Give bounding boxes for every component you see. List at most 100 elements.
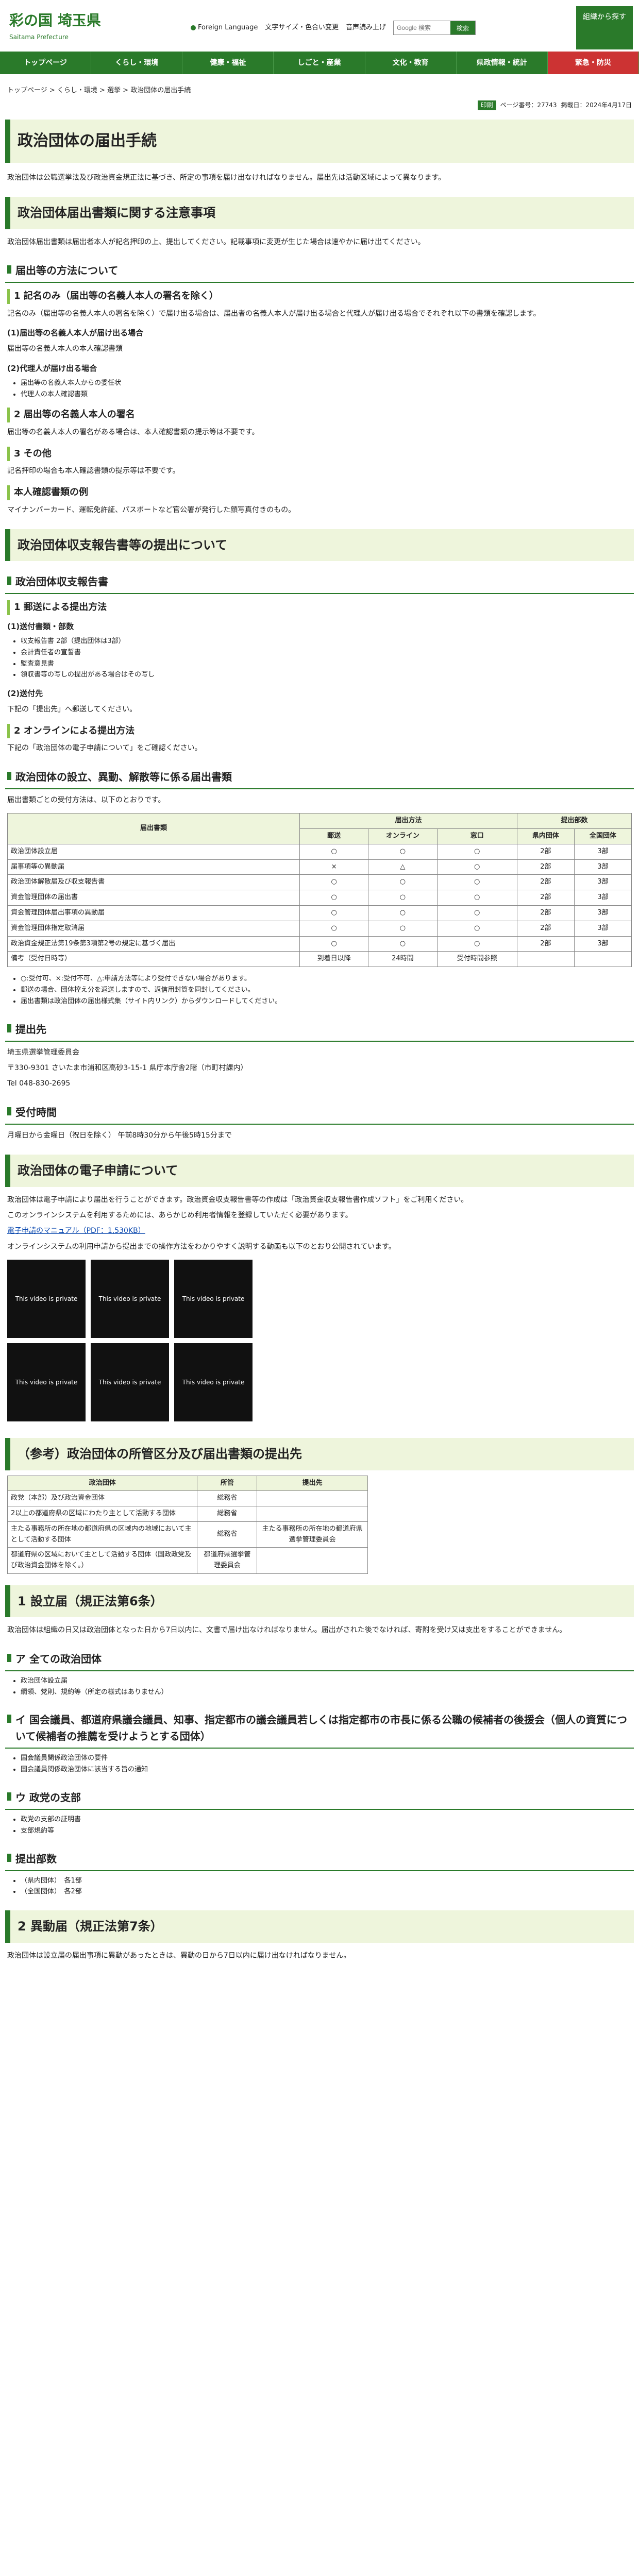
table-cell: 24時間 bbox=[368, 951, 438, 968]
table-cell: 政党（本部）及び政治資金団体 bbox=[7, 1490, 198, 1507]
table-cell: 政治団体設立届 bbox=[7, 843, 300, 860]
nav-emergency[interactable]: 緊急・防災 bbox=[547, 52, 639, 74]
list-item: 代理人の本人確認書類 bbox=[21, 389, 618, 400]
all-groups-list: 政治団体設立届 綱領、党則、規約等（所定の様式はありません） bbox=[0, 1674, 639, 1700]
search-button[interactable]: 検索 bbox=[450, 21, 476, 35]
search-input[interactable] bbox=[394, 21, 451, 35]
table-header: 届出方法 bbox=[299, 813, 517, 829]
list-item: 国会議員関係政治団体に該当する旨の通知 bbox=[21, 1765, 618, 1775]
video-grid: This video is private This video is priv… bbox=[0, 1255, 268, 1427]
list-item: 収支報告書 2部（提出団体は3部） bbox=[21, 636, 618, 647]
report-section-heading: 政治団体収支報告書等の提出について bbox=[5, 529, 634, 562]
mail-method-heading: 1 郵送による提出方法 bbox=[7, 600, 632, 616]
table-cell: ○ bbox=[368, 874, 438, 891]
id-examples-text: マイナンバーカード、運転免許証、パスポートなど官公署が発行した顔写真付きのもの。 bbox=[7, 505, 296, 514]
table-cell: ○ bbox=[299, 890, 369, 906]
destination-heading: 提出先 bbox=[5, 1018, 634, 1042]
table-cell: ○ bbox=[436, 874, 517, 891]
logo-text: 彩の国 埼玉県 bbox=[9, 12, 101, 29]
table-cell: 2部 bbox=[516, 843, 575, 860]
table-cell: 3部 bbox=[574, 859, 632, 875]
video-thumbnail[interactable]: This video is private bbox=[7, 1343, 86, 1422]
nav-health[interactable]: 健康・福祉 bbox=[182, 52, 274, 74]
table-cell bbox=[257, 1547, 368, 1574]
jurisdiction-table: 政治団体 所管 提出先 政党（本部）及び政治資金団体 総務省 2以上の都道府県の区域… bbox=[7, 1475, 368, 1574]
table-cell: ○ bbox=[368, 905, 438, 921]
table-row: 2以上の都道府県の区域にわたり主として活動する団体 総務省 bbox=[7, 1506, 368, 1522]
submission-method-heading: 届出等の方法について bbox=[5, 259, 634, 283]
table-cell: 3部 bbox=[574, 920, 632, 937]
table-cell: ○ bbox=[436, 920, 517, 937]
table-cell: ○ bbox=[436, 859, 517, 875]
foreign-language-link[interactable]: Foreign Language bbox=[191, 23, 258, 33]
list-item: 届出等の名義人本人からの委任状 bbox=[21, 378, 618, 389]
table-row: 資金管理団体届出事項の異動届 ○ ○ ○ 2部 3部 bbox=[7, 905, 632, 921]
voice-link[interactable]: 音声読み上げ bbox=[346, 23, 386, 33]
table-row: 主たる事務所の所在地の都道府県の区域内の地域において主として活動する団体 総務省主… bbox=[7, 1521, 368, 1548]
table-cell: 3部 bbox=[574, 874, 632, 891]
table-cell: ○ bbox=[436, 905, 517, 921]
list-item: 領収書等の写しの提出がある場合はその写し bbox=[21, 670, 618, 681]
party-branch-list: 政党の支部の証明書 支部規約等 bbox=[0, 1813, 639, 1838]
site-logo[interactable]: 彩の国 埼玉県 Saitama Prefecture bbox=[9, 9, 101, 42]
globe-icon bbox=[191, 25, 196, 30]
video-thumbnail[interactable]: This video is private bbox=[7, 1260, 86, 1338]
online-method-heading: 2 オンラインによる提出方法 bbox=[7, 723, 632, 739]
table-cell bbox=[257, 1506, 368, 1522]
table-header: 提出先 bbox=[257, 1475, 368, 1492]
nav-work[interactable]: しごと・産業 bbox=[274, 52, 365, 74]
table-cell: ○ bbox=[436, 890, 517, 906]
video-thumbnail[interactable]: This video is private bbox=[91, 1343, 169, 1422]
party-branch-heading: ウ 政党の支部 bbox=[5, 1786, 634, 1810]
table-body: 政党（本部）及び政治資金団体 総務省 2以上の都道府県の区域にわたり主として活動する… bbox=[7, 1490, 368, 1574]
table-cell: ○ bbox=[368, 890, 438, 906]
list-item: 支部規約等 bbox=[21, 1826, 618, 1837]
page-meta: 印刷 ページ番号：27743 掲載日：2024年4月17日 bbox=[0, 98, 639, 112]
list-item: （全国団体） 各2部 bbox=[21, 1887, 618, 1897]
agent-submit-list: 届出等の名義人本人からの委任状 代理人の本人確認書類 bbox=[0, 377, 639, 402]
logo-subtitle: Saitama Prefecture bbox=[9, 33, 69, 41]
name-only-heading: 1 記名のみ（届出等の名義人本人の署名を除く） bbox=[7, 289, 632, 304]
table-cell: 受付時間参照 bbox=[436, 951, 517, 968]
table-header: 政治団体 bbox=[7, 1475, 198, 1492]
table-cell: 届事項等の異動届 bbox=[7, 859, 300, 875]
nav-top[interactable]: トップページ bbox=[0, 52, 92, 74]
table-cell: ○ bbox=[368, 936, 438, 952]
list-item: 郵送の場合、団体控え分を返送しますので、返信用封筒を同封してください。 bbox=[21, 985, 618, 996]
e-application-text: 政治団体は電子申請により届出を行うことができます。政治資金収支報告書等の作成は「… bbox=[7, 1195, 468, 1204]
table-cell: 総務省 bbox=[197, 1506, 258, 1522]
table-cell: 2部 bbox=[516, 874, 575, 891]
table-cell: △ bbox=[368, 859, 438, 875]
video-thumbnail[interactable]: This video is private bbox=[91, 1260, 169, 1338]
video-thumbnail[interactable]: This video is private bbox=[174, 1343, 253, 1422]
table-cell: 備考（受付日時等） bbox=[7, 951, 300, 968]
table-cell: ○ bbox=[299, 936, 369, 952]
table-cell: 資金管理団体届出事項の異動届 bbox=[7, 905, 300, 921]
e-application-text2: このオンラインシステムを利用するためには、あらかじめ利用者情報を登録していただく… bbox=[7, 1211, 352, 1219]
text-size-link[interactable]: 文字サイズ・色合い変更 bbox=[265, 23, 339, 33]
table-cell bbox=[574, 951, 632, 968]
id-examples-heading: 本人確認書類の例 bbox=[7, 485, 632, 500]
org-search-button[interactable]: 組織から探す bbox=[576, 6, 633, 49]
nav-life[interactable]: くらし・環境 bbox=[91, 52, 183, 74]
video-thumbnail[interactable]: This video is private bbox=[174, 1260, 253, 1338]
agent-submit-heading: (2)代理人が届け出る場合 bbox=[7, 363, 97, 373]
nav-culture[interactable]: 文化・教育 bbox=[365, 52, 457, 74]
list-item: 会計責任者の宣誓書 bbox=[21, 648, 618, 658]
reference-heading: （参考）政治団体の所管区分及び届出書類の提出先 bbox=[5, 1438, 634, 1470]
table-cell: 政治資金規正法第19条第3項第2号の規定に基づく届出 bbox=[7, 936, 300, 952]
header-tools: Foreign Language 文字サイズ・色合い変更 音声読み上げ 検索 bbox=[191, 21, 476, 35]
list-item: 政党の支部の証明書 bbox=[21, 1815, 618, 1825]
section-notes-text: 政治団体届出書類は届出者本人が記名押印の上、提出してください。記載事項に変更が生… bbox=[7, 238, 425, 246]
list-item: ○:受付可、×:受付不可、△:申請方法等により受付できない場合があります。 bbox=[21, 974, 618, 985]
print-button[interactable]: 印刷 bbox=[477, 100, 496, 110]
table-cell: ○ bbox=[299, 874, 369, 891]
manual-pdf-link[interactable]: 電子申請のマニュアル（PDF：1,530KB） bbox=[7, 1227, 145, 1235]
table-row: 政治資金規正法第19条第3項第2号の規定に基づく届出 ○ ○ ○ 2部 3部 bbox=[7, 936, 632, 952]
nav-info[interactable]: 県政情報・統計 bbox=[457, 52, 548, 74]
destination-tel: Tel 048-830-2695 bbox=[7, 1079, 71, 1088]
supporters-list: 国会議員関係政治団体の要件 国会議員関係政治団体に該当する旨の通知 bbox=[0, 1752, 639, 1777]
table-cell: 総務省 bbox=[197, 1490, 258, 1507]
mail-documents-heading: (1)送付書類・部数 bbox=[7, 622, 74, 632]
table-notes: ○:受付可、×:受付不可、△:申請方法等により受付できない場合があります。 郵送… bbox=[0, 972, 639, 1008]
